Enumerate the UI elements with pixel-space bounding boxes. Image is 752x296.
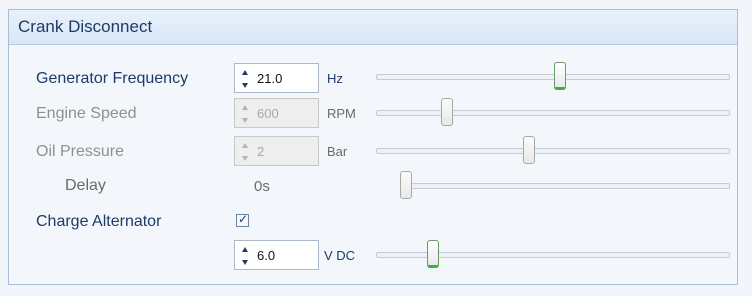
oil-pressure-slider[interactable] xyxy=(376,136,730,166)
slider-thumb[interactable] xyxy=(553,62,566,90)
engine-speed-label: Engine Speed xyxy=(36,105,137,122)
panel-title: Crank Disconnect xyxy=(18,17,153,36)
oil-pressure-label: Oil Pressure xyxy=(36,143,125,160)
generator-frequency-slider[interactable] xyxy=(376,62,730,92)
spinner-arrows-icon[interactable] xyxy=(242,247,250,265)
engine-speed-spinner[interactable]: 600 xyxy=(234,98,319,128)
generator-frequency-label: Generator Frequency xyxy=(36,70,189,87)
oil-pressure-value[interactable]: 2 xyxy=(257,144,264,159)
engine-speed-unit: RPM xyxy=(327,106,356,121)
panel-header: Crank Disconnect xyxy=(9,10,737,45)
slider-thumb[interactable] xyxy=(440,98,453,126)
charge-alternator-value[interactable]: 6.0 xyxy=(257,248,275,263)
spinner-arrows-icon[interactable] xyxy=(242,70,250,88)
slider-track[interactable] xyxy=(376,110,730,116)
generator-frequency-unit: Hz xyxy=(327,71,343,86)
spinner-arrows-icon[interactable] xyxy=(242,143,250,161)
slider-thumb[interactable] xyxy=(523,136,536,164)
generator-frequency-spinner[interactable]: 21.0 xyxy=(234,63,319,93)
charge-alternator-checkbox[interactable]: ✓ xyxy=(236,212,249,227)
delay-value: 0s xyxy=(254,178,270,195)
generator-frequency-value[interactable]: 21.0 xyxy=(257,71,282,86)
engine-speed-slider[interactable] xyxy=(376,98,730,128)
slider-thumb[interactable] xyxy=(400,171,412,199)
charge-alternator-spinner[interactable]: 6.0 xyxy=(234,240,319,270)
slider-track[interactable] xyxy=(376,148,730,154)
slider-track[interactable] xyxy=(400,183,730,189)
charge-alternator-slider[interactable] xyxy=(376,240,730,270)
oil-pressure-unit: Bar xyxy=(327,144,348,159)
engine-speed-value[interactable]: 600 xyxy=(257,106,279,121)
spinner-arrows-icon[interactable] xyxy=(242,105,250,123)
charge-alternator-label: Charge Alternator xyxy=(36,213,162,230)
checkmark-icon: ✓ xyxy=(238,212,249,226)
oil-pressure-spinner[interactable]: 2 xyxy=(234,136,319,166)
delay-label: Delay xyxy=(65,177,106,194)
delay-slider[interactable] xyxy=(400,171,730,201)
charge-alternator-unit: V DC xyxy=(324,248,356,263)
slider-thumb[interactable] xyxy=(427,240,440,268)
